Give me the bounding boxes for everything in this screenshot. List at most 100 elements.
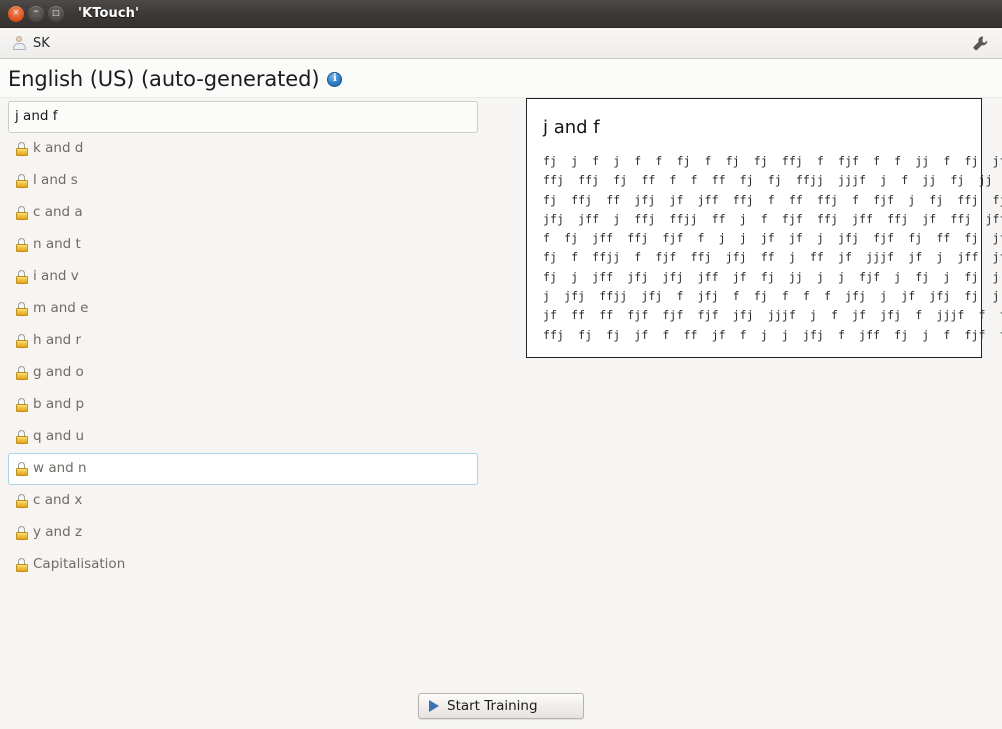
preview-line-4: f fj jff ffj fjf f j j jf jf j jfj fjf f… — [543, 231, 1002, 246]
lesson-item-label: m and e — [33, 300, 89, 317]
lesson-item-label: Capitalisation — [33, 556, 126, 573]
start-training-label: Start Training — [447, 698, 538, 714]
lesson-item-label: g and o — [33, 364, 84, 381]
lesson-item-10[interactable]: q and u — [8, 421, 478, 453]
lock-body — [15, 147, 28, 156]
lock-body — [15, 243, 28, 252]
lock-icon — [15, 142, 28, 156]
preview-line-5: fj f ffjj f fjf ffj jfj ff j ff jf jjjf … — [543, 250, 1002, 265]
lock-icon — [15, 302, 28, 316]
lock-icon — [15, 174, 28, 188]
preview-line-9: ffj fj fj jf f ff jf f j j jfj f jff fj … — [543, 327, 1002, 342]
preview-line-0: fj j f j f f fj f fj fj ffj f fjf f f jj… — [543, 154, 1002, 168]
ktouch-window: × – □ 'KTouch' SK English (US) (auto-gen… — [0, 0, 1002, 729]
lesson-item-7[interactable]: h and r — [8, 325, 478, 357]
lock-body — [15, 275, 28, 284]
close-icon: × — [12, 7, 20, 18]
lesson-item-label: k and d — [33, 140, 84, 157]
close-button[interactable]: × — [8, 5, 24, 22]
window-titlebar: × – □ 'KTouch' — [0, 0, 1002, 28]
avatar-head — [16, 36, 22, 42]
main-content: j and f k and d l and s c and a n and t i and… — [0, 98, 1002, 683]
lock-icon — [15, 366, 28, 380]
lesson-item-label: l and s — [33, 172, 78, 189]
info-icon[interactable]: i — [327, 71, 343, 87]
wrench-icon — [972, 36, 987, 50]
lesson-item-label: c and x — [33, 492, 83, 509]
lesson-item-label: h and r — [33, 332, 82, 349]
lock-icon — [15, 526, 28, 540]
lock-body — [15, 563, 28, 572]
lock-body — [15, 307, 28, 316]
lesson-item-6[interactable]: m and e — [8, 293, 478, 325]
lock-body — [15, 435, 28, 444]
configure-button[interactable] — [968, 31, 992, 55]
lock-body — [15, 531, 28, 540]
lock-icon — [15, 430, 28, 444]
lock-body — [15, 499, 28, 508]
lesson-item-14[interactable]: Capitalisation — [8, 549, 478, 581]
maximize-button[interactable]: □ — [48, 5, 64, 22]
lock-body — [15, 211, 28, 220]
lesson-item-0[interactable]: j and f — [8, 101, 478, 133]
lesson-preview-area: j and f fj j f j f f fj f fj fj ffj f fj… — [490, 98, 1002, 683]
lesson-item-13[interactable]: y and z — [8, 517, 478, 549]
footer-bar: Start Training — [0, 683, 1002, 729]
lesson-item-3[interactable]: c and a — [8, 197, 478, 229]
info-glyph: i — [333, 73, 337, 84]
minimize-button[interactable]: – — [28, 4, 44, 22]
lock-body — [15, 467, 28, 476]
preview-line-3: jfj jff j ffj ffjj ff j f fjf ffj jff ff… — [543, 211, 1002, 226]
course-header: English (US) (auto-generated) i — [0, 59, 1002, 98]
maximize-icon: □ — [52, 8, 60, 17]
user-avatar-icon — [11, 35, 27, 51]
lesson-item-label: i and v — [33, 268, 79, 285]
lesson-item-5[interactable]: i and v — [8, 261, 478, 293]
lesson-item-9[interactable]: b and p — [8, 389, 478, 421]
window-controls: × – □ — [8, 4, 64, 22]
lesson-item-label: n and t — [33, 236, 81, 253]
lock-icon — [15, 334, 28, 348]
start-training-button[interactable]: Start Training — [418, 693, 584, 719]
user-name-label: SK — [33, 35, 50, 51]
lock-icon — [15, 238, 28, 252]
avatar-shoulders — [12, 43, 26, 50]
preview-line-8: jf ff ff fjf fjf fjf jfj jjjf j f jf jfj… — [543, 308, 1002, 323]
lock-icon — [15, 558, 28, 572]
lesson-item-12[interactable]: c and x — [8, 485, 478, 517]
lock-icon — [15, 206, 28, 220]
lesson-item-label: j and f — [15, 108, 58, 125]
lock-icon — [15, 494, 28, 508]
lesson-item-11[interactable]: w and n — [8, 453, 478, 485]
lesson-item-1[interactable]: k and d — [8, 133, 478, 165]
lock-body — [15, 339, 28, 348]
lesson-item-8[interactable]: g and o — [8, 357, 478, 389]
lesson-item-label: w and n — [33, 460, 87, 477]
preview-line-2: fj ffj ff jfj jf jff ffj f ff ffj f fjf … — [543, 192, 1002, 207]
lock-body — [15, 179, 28, 188]
profile-selector[interactable]: SK — [11, 35, 50, 51]
preview-title: j and f — [543, 117, 600, 138]
preview-line-6: fj j jff jfj jfj jff jf fj jj j j fjf j … — [543, 269, 1000, 284]
lesson-item-4[interactable]: n and t — [8, 229, 478, 261]
lesson-item-label: c and a — [33, 204, 83, 221]
page-title: English (US) (auto-generated) — [8, 67, 320, 91]
lock-body — [15, 403, 28, 412]
lesson-item-label: b and p — [33, 396, 85, 413]
play-triangle-icon — [429, 700, 439, 712]
lesson-item-label: q and u — [33, 428, 85, 445]
preview-line-7: j jfj ffjj jfj f jfj f fj f f f jfj j jf… — [543, 289, 1000, 304]
lock-body — [15, 371, 28, 380]
lock-icon — [15, 270, 28, 284]
lesson-item-2[interactable]: l and s — [8, 165, 478, 197]
minimize-icon: – — [33, 4, 39, 17]
window-title: 'KTouch' — [78, 6, 140, 21]
lesson-list: j and f k and d l and s c and a n and t i and… — [0, 98, 490, 683]
lock-icon — [15, 398, 28, 412]
preview-text: fj j f j f f fj f fj fj ffj f fjf f f jj… — [543, 152, 1002, 345]
lesson-preview-panel: j and f fj j f j f f fj f fj fj ffj f fj… — [526, 98, 1002, 358]
profile-bar: SK — [0, 28, 1002, 59]
lesson-item-label: y and z — [33, 524, 83, 541]
preview-line-1: ffj ffj fj ff f f ff fj fj ffjj jjjf j f… — [543, 173, 993, 188]
lock-icon — [15, 462, 28, 476]
